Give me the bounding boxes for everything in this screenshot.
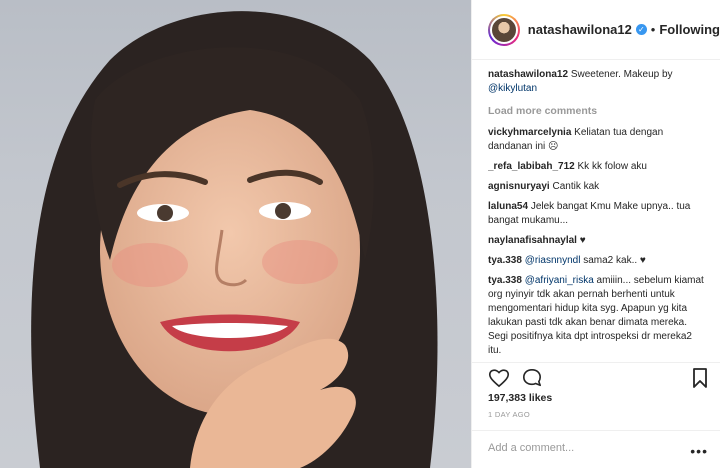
comment-mention[interactable]: @afriyani_riska	[525, 275, 594, 286]
comment-text: Kk kk folow aku	[577, 161, 647, 172]
post-timestamp: 1 DAY AGO	[488, 410, 531, 419]
heart-icon[interactable]	[488, 368, 510, 388]
verified-badge-icon: ✓	[635, 24, 647, 35]
comment-text: amiiin... sebelum kiamat org nyinyir tdk…	[488, 275, 704, 356]
likes-count[interactable]: 197,383 likes	[488, 392, 552, 404]
comment-username[interactable]: tya.338	[488, 255, 522, 266]
comment-item: _refa_labibah_712 Kk kk folow aku	[488, 160, 708, 174]
separator-dot: •	[650, 22, 656, 37]
comment-username[interactable]: naylanafisahnaylal	[488, 235, 577, 246]
caption-text: Sweetener. Makeup by	[570, 69, 673, 80]
caption-mention[interactable]: @kikylutan	[488, 83, 537, 94]
caption: natashawilona12 Sweetener. Makeup by @ki…	[488, 68, 708, 96]
comment-username[interactable]: _refa_labibah_712	[488, 161, 575, 172]
portrait-illustration	[31, 11, 438, 468]
comments-list: natashawilona12 Sweetener. Makeup by @ki…	[488, 68, 708, 360]
instagram-post: natashawilona12 ✓ • Following natashawil…	[0, 0, 720, 468]
comment-item: naylanafisahnaylal ♥	[488, 234, 708, 248]
post-side-panel: natashawilona12 ✓ • Following natashawil…	[471, 0, 720, 468]
post-header: natashawilona12 ✓ • Following	[472, 0, 720, 60]
comment-mention[interactable]: @riasnnyndl	[525, 255, 581, 266]
comment-text: Cantik kak	[552, 181, 600, 192]
comment-item: tya.338 @afriyani_riska amiiin... sebelu…	[488, 274, 708, 358]
comment-item: agnisnuryayi Cantik kak	[488, 180, 708, 194]
comment-username[interactable]: tya.338	[488, 275, 522, 286]
caption-username[interactable]: natashawilona12	[488, 69, 568, 80]
avatar-image	[489, 15, 518, 44]
post-photo[interactable]	[0, 0, 471, 468]
comment-text: sama2 kak.. ♥	[583, 255, 646, 266]
action-bar	[472, 362, 720, 392]
avatar[interactable]	[488, 13, 520, 46]
comment-username[interactable]: vickyhmarcelynia	[488, 127, 571, 138]
bookmark-icon[interactable]	[692, 367, 708, 389]
add-comment-input[interactable]: Add a comment...	[488, 442, 574, 454]
more-options-icon[interactable]: •••	[690, 443, 708, 459]
load-more-comments-button[interactable]: Load more comments	[488, 104, 708, 118]
comment-item: tya.338 @riasnnyndl sama2 kak.. ♥	[488, 254, 708, 268]
following-button[interactable]: Following	[659, 22, 720, 37]
comment-username[interactable]: agnisnuryayi	[488, 181, 550, 192]
add-comment-bar: Add a comment... •••	[472, 430, 720, 469]
comment-item: vickyhmarcelynia Keliatan tua dengan dan…	[488, 126, 708, 154]
comment-text: ♥	[579, 235, 586, 246]
comment-username[interactable]: laluna54	[488, 201, 528, 212]
comment-icon[interactable]	[522, 368, 542, 388]
comment-item: laluna54 Jelek bangat Kmu Make upnya.. t…	[488, 200, 708, 228]
header-username[interactable]: natashawilona12	[528, 22, 632, 37]
